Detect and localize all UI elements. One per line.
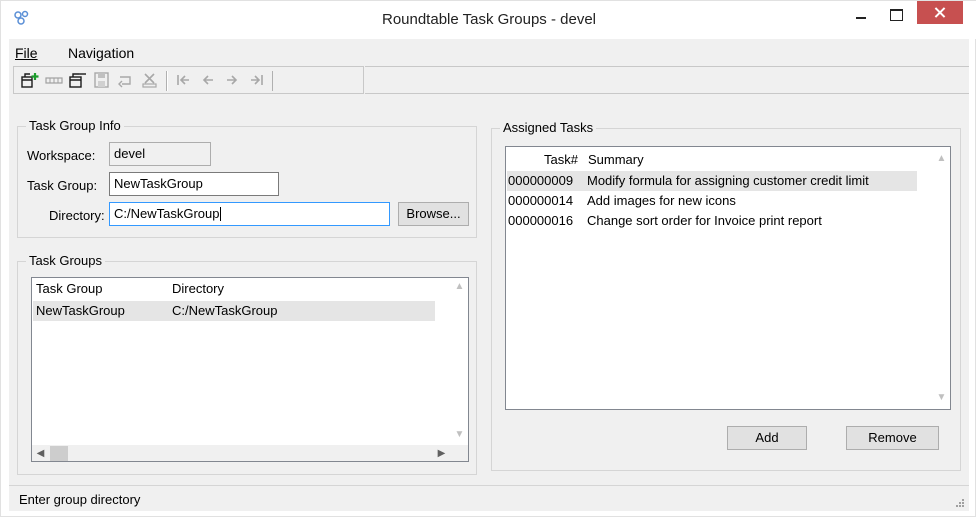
toolbar-separator-highlight — [167, 71, 168, 91]
scroll-up-arrow[interactable]: ▲ — [451, 278, 468, 295]
task-groups-title: Task Groups — [26, 253, 105, 268]
scroll-thumb[interactable] — [50, 446, 68, 461]
table-row[interactable]: NewTaskGroup C:/NewTaskGroup — [33, 301, 435, 321]
menu-bar: File Navigation — [9, 39, 969, 63]
resize-grip-icon[interactable] — [955, 498, 965, 508]
vertical-scrollbar[interactable]: ▲ ▼ — [933, 147, 950, 409]
column-header-directory[interactable]: Directory — [172, 281, 224, 300]
column-header-task-group[interactable]: Task Group — [36, 281, 102, 300]
directory-field[interactable]: C:/NewTaskGroup — [109, 202, 390, 226]
directory-label: Directory: — [49, 208, 105, 223]
assigned-tasks-list[interactable]: Task# Summary 000000009 Modify formula f… — [505, 146, 951, 410]
remove-button-label: Remove — [868, 430, 917, 445]
column-header-summary[interactable]: Summary — [588, 152, 644, 171]
toolbar-filler — [365, 66, 969, 94]
scroll-down-arrow[interactable]: ▼ — [933, 389, 950, 406]
task-group-info-group: Task Group Info Workspace: devel Task Gr… — [17, 118, 477, 238]
add-button-label: Add — [755, 430, 779, 445]
task-groups-group: Task Groups Task Group Directory NewTask… — [17, 253, 477, 475]
next-record-icon[interactable] — [222, 71, 242, 89]
app-window: Roundtable Task Groups - devel File Navi… — [0, 0, 976, 517]
add-button[interactable]: Add — [727, 426, 807, 450]
scroll-right-arrow[interactable]: ▶ — [433, 445, 450, 461]
task-groups-list[interactable]: Task Group Directory NewTaskGroup C:/New… — [31, 277, 469, 462]
cell-summary: Change sort order for Invoice print repo… — [587, 213, 822, 228]
cell-task-number: 000000009 — [508, 173, 574, 188]
previous-record-icon[interactable] — [198, 71, 218, 89]
scroll-down-arrow[interactable]: ▼ — [451, 426, 468, 443]
edit-group-icon[interactable] — [68, 71, 88, 89]
assigned-tasks-title: Assigned Tasks — [500, 120, 597, 135]
first-record-icon[interactable] — [174, 71, 194, 89]
assigned-tasks-group: Assigned Tasks Task# Summary 000000009 M… — [491, 120, 961, 471]
vertical-scrollbar[interactable]: ▲ ▼ — [451, 278, 468, 445]
workspace-label: Workspace: — [27, 148, 96, 163]
cell-task-group: NewTaskGroup — [36, 303, 125, 318]
add-group-icon[interactable] — [20, 71, 40, 89]
cell-task-number: 000000014 — [508, 193, 574, 208]
delete-icon[interactable] — [140, 71, 160, 89]
toolbar — [13, 66, 364, 94]
column-header-task-number[interactable]: Task# — [544, 152, 578, 171]
directory-value: C:/NewTaskGroup — [114, 206, 220, 221]
scroll-left-arrow[interactable]: ◀ — [32, 445, 49, 461]
scroll-corner — [451, 445, 468, 461]
cell-directory: C:/NewTaskGroup — [172, 303, 278, 318]
save-icon[interactable] — [92, 71, 112, 89]
undo-icon[interactable] — [116, 71, 136, 89]
status-bar: Enter group directory — [9, 485, 969, 511]
workspace-field: devel — [109, 142, 211, 166]
window-title: Roundtable Task Groups - devel — [381, 11, 596, 28]
browse-button-label: Browse... — [406, 206, 461, 221]
cell-task-number: 000000016 — [508, 213, 574, 228]
client-area: File Navigation Task Group Info Workspac… — [9, 39, 969, 511]
menu-file-label: File — [15, 45, 38, 61]
text-caret — [220, 207, 222, 221]
menu-file[interactable]: File — [15, 45, 38, 61]
status-text: Enter group directory — [19, 492, 141, 507]
task-group-field[interactable]: NewTaskGroup — [109, 172, 279, 196]
remove-button[interactable]: Remove — [846, 426, 939, 450]
task-group-label: Task Group: — [27, 178, 98, 193]
table-row[interactable]: 000000009 Modify formula for assigning c… — [507, 171, 917, 191]
title-bar[interactable]: Roundtable Task Groups - devel — [1, 1, 976, 39]
cell-summary: Modify formula for assigning customer cr… — [587, 173, 869, 188]
menu-navigation[interactable]: Navigation — [68, 45, 134, 61]
horizontal-scrollbar[interactable]: ◀ ▶ — [32, 445, 468, 461]
table-row[interactable]: 000000016 Change sort order for Invoice … — [507, 211, 917, 231]
close-button[interactable] — [917, 1, 963, 24]
minimize-button[interactable] — [847, 1, 875, 31]
table-row[interactable]: 000000014 Add images for new icons — [507, 191, 917, 211]
menu-navigation-label: Navigation — [68, 45, 135, 61]
browse-button[interactable]: Browse... — [398, 202, 469, 226]
toolbar-separator-end — [272, 71, 273, 91]
cell-summary: Add images for new icons — [587, 193, 736, 208]
delete-group-icon[interactable] — [44, 71, 64, 89]
task-group-info-title: Task Group Info — [26, 118, 124, 133]
maximize-button[interactable] — [882, 1, 910, 31]
scroll-up-arrow[interactable]: ▲ — [933, 150, 950, 167]
last-record-icon[interactable] — [246, 71, 266, 89]
